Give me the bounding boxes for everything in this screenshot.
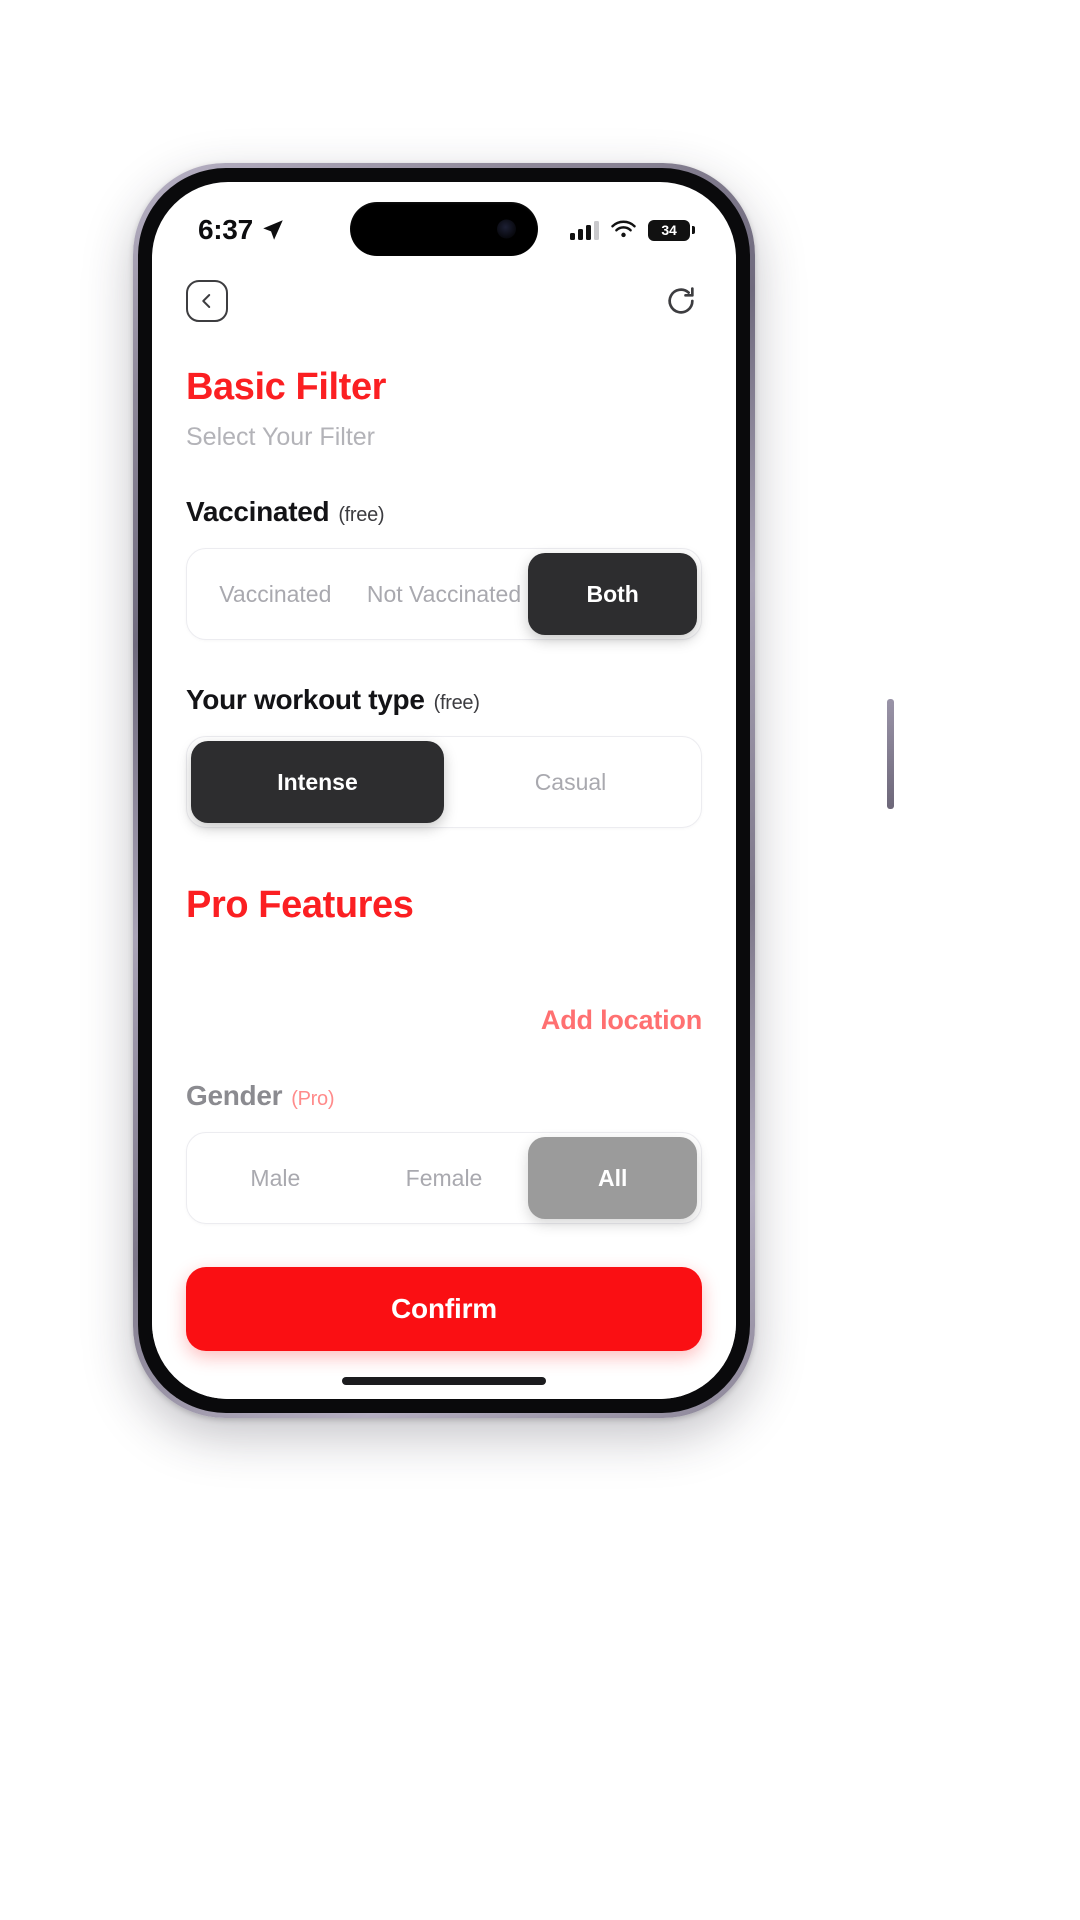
wifi-icon [611,220,636,238]
status-time: 6:37 [198,214,253,245]
status-icons: 34 [570,219,695,241]
back-button[interactable] [186,280,228,322]
workout-option-intense[interactable]: Intense [191,741,444,823]
gender-label-row: Gender (Pro) [186,1080,702,1112]
navigation-bar [186,260,702,322]
refresh-button[interactable] [660,280,702,322]
phone-bezel: 6:37 34 Basic Filter Select Your Filter … [138,168,750,1413]
phone-screen: 6:37 34 Basic Filter Select Your Filter … [152,182,736,1399]
page-subtitle: Select Your Filter [186,423,375,451]
confirm-button[interactable]: Confirm [186,1267,702,1351]
vaccinated-label: Vaccinated [186,496,330,527]
status-time-group: 6:37 [198,214,286,246]
front-camera-icon [497,219,516,239]
gender-option-male[interactable]: Male [191,1137,360,1219]
vaccinated-option-vaccinated[interactable]: Vaccinated [191,553,360,635]
workout-segmented-control: Intense Casual [186,736,702,828]
gender-option-female[interactable]: Female [360,1137,529,1219]
gender-segmented-control: Male Female All [186,1132,702,1224]
vaccinated-tier: (free) [338,504,385,526]
page-title: Basic Filter [186,366,387,408]
pro-features-title: Pro Features [186,884,414,926]
gender-option-all[interactable]: All [528,1137,698,1219]
battery-level: 34 [661,222,677,238]
refresh-icon [668,287,694,314]
gender-label: Gender [186,1080,283,1111]
vaccinated-segmented-control: Vaccinated Not Vaccinated Both [186,548,702,640]
workout-label-row: Your workout type (free) [186,684,702,716]
page-content: Basic Filter Select Your Filter Vaccinat… [152,260,736,1399]
battery-icon: 34 [648,219,695,241]
vaccinated-option-both[interactable]: Both [528,553,698,635]
screenshot-stage: 6:37 34 Basic Filter Select Your Filter … [0,0,1080,1920]
home-indicator[interactable] [342,1377,546,1385]
power-button[interactable] [887,699,894,809]
phone-frame: 6:37 34 Basic Filter Select Your Filter … [133,163,894,1418]
vaccinated-label-row: Vaccinated (free) [186,496,702,528]
workout-label: Your workout type [186,684,425,715]
location-arrow-icon [263,220,283,240]
workout-tier: (free) [433,692,480,714]
add-location-button[interactable]: Add location [541,1005,702,1036]
gender-tier: (Pro) [291,1088,335,1110]
vaccinated-option-not-vaccinated[interactable]: Not Vaccinated [360,553,529,635]
cellular-signal-icon [570,220,599,240]
chevron-left-icon [202,294,211,308]
add-location-row: Add location [186,1005,702,1036]
dynamic-island [350,202,538,256]
workout-option-casual[interactable]: Casual [444,741,697,823]
